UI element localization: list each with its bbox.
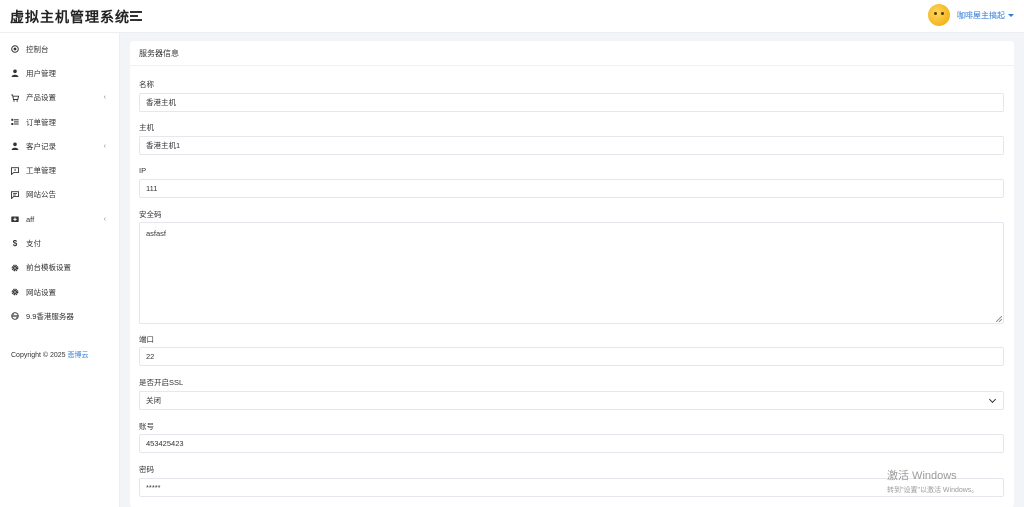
chevron-down-icon[interactable] bbox=[1008, 13, 1014, 17]
sidebar-item-tickets[interactable]: 工单管理 bbox=[0, 158, 119, 182]
sidebar-item-aff[interactable]: aff ‹ bbox=[0, 207, 119, 231]
user-icon bbox=[11, 69, 19, 78]
list-icon bbox=[11, 118, 19, 126]
sidebar-item-users[interactable]: 用户管理 bbox=[0, 61, 119, 85]
sidebar-item-announcements[interactable]: 网站公告 bbox=[0, 183, 119, 207]
windows-activation-watermark: 激活 Windows 转到"设置"以激活 Windows。 bbox=[887, 467, 978, 495]
port-label: 端口 bbox=[139, 335, 154, 344]
sidebar-item-hk-server[interactable]: 9.9香港服务器 bbox=[0, 304, 119, 328]
name-label: 名称 bbox=[139, 80, 154, 89]
user-menu[interactable]: 咖啡屋主搞起 bbox=[928, 4, 1014, 26]
name-input[interactable]: 香港主机 bbox=[139, 93, 1004, 112]
ip-input[interactable]: 111 bbox=[139, 179, 1004, 198]
sidebar-item-template-settings[interactable]: 前台模板设置 bbox=[0, 256, 119, 280]
security-code-value: asfasf bbox=[146, 229, 167, 238]
sidebar-item-label: 产品设置 bbox=[26, 93, 56, 103]
gear-icon bbox=[11, 264, 19, 272]
top-bar: 虚拟主机管理系统 咖啡屋主搞起 bbox=[0, 0, 1024, 33]
sidebar-item-payment[interactable]: $ 支付 bbox=[0, 231, 119, 255]
app-logo[interactable]: 虚拟主机管理系统 bbox=[10, 7, 130, 27]
password-label: 密码 bbox=[139, 465, 154, 474]
sidebar-item-label: 控制台 bbox=[26, 44, 49, 54]
sidebar-item-label: 工单管理 bbox=[26, 166, 56, 176]
copyright-text: Copyright © 2025 bbox=[11, 352, 66, 359]
sidebar-item-label: 客户记录 bbox=[26, 141, 56, 151]
sidebar-item-label: 支付 bbox=[26, 239, 41, 249]
gear-icon bbox=[11, 288, 19, 296]
ssl-selected-value: 关闭 bbox=[146, 396, 161, 405]
security-code-textarea[interactable]: asfasf bbox=[139, 222, 1004, 324]
ssl-label: 是否开启SSL bbox=[139, 378, 184, 387]
chevron-down-icon bbox=[988, 395, 997, 404]
resize-handle-icon[interactable] bbox=[996, 316, 1002, 322]
host-label: 主机 bbox=[139, 123, 154, 132]
sidebar-item-label: aff bbox=[26, 214, 35, 224]
password-input[interactable]: ***** bbox=[139, 478, 1004, 497]
sidebar-item-site-settings[interactable]: 网站设置 bbox=[0, 280, 119, 304]
copyright-link[interactable]: 悲博云 bbox=[68, 352, 89, 359]
server-icon bbox=[11, 312, 19, 321]
avatar[interactable] bbox=[928, 4, 950, 26]
sidebar-item-orders[interactable]: 订单管理 bbox=[0, 110, 119, 134]
sidebar-item-label: 订单管理 bbox=[26, 117, 56, 127]
sidebar-item-products[interactable]: 产品设置 ‹ bbox=[0, 86, 119, 110]
sidebar-item-label: 前台模板设置 bbox=[26, 263, 71, 273]
sidebar-item-label: 9.9香港服务器 bbox=[26, 311, 74, 321]
ip-label: IP bbox=[139, 166, 147, 175]
sidebar-item-label: 网站设置 bbox=[26, 287, 56, 297]
chevron-left-icon: ‹ bbox=[103, 94, 106, 102]
ssl-select[interactable]: 关闭 bbox=[139, 391, 1004, 410]
affiliate-icon bbox=[11, 215, 19, 223]
username[interactable]: 咖啡屋主搞起 bbox=[957, 10, 1005, 21]
sidebar-item-label: 网站公告 bbox=[26, 190, 56, 200]
watermark-title: 激活 Windows bbox=[887, 470, 957, 482]
chevron-left-icon: ‹ bbox=[103, 215, 106, 223]
account-label: 账号 bbox=[139, 422, 154, 431]
port-input[interactable]: 22 bbox=[139, 347, 1004, 366]
security-code-label: 安全码 bbox=[139, 210, 162, 219]
dashboard-icon bbox=[11, 45, 19, 53]
announcement-icon bbox=[11, 191, 19, 199]
copyright: Copyright © 2025 悲博云 bbox=[11, 350, 89, 360]
server-info-card: 服务器信息 名称 香港主机 主机 香港主机1 IP 111 安全码 asfasf… bbox=[130, 41, 1014, 507]
sidebar-item-label: 用户管理 bbox=[26, 68, 56, 78]
sidebar-item-dashboard[interactable]: 控制台 bbox=[0, 37, 119, 61]
watermark-subtitle: 转到"设置"以激活 Windows。 bbox=[887, 487, 979, 494]
sidebar: 控制台 用户管理 产品设置 ‹ 订单管理 客户记录 ‹ 工单管理 网站公告 af… bbox=[0, 33, 120, 507]
chevron-left-icon: ‹ bbox=[103, 142, 106, 150]
sidebar-item-customers[interactable]: 客户记录 ‹ bbox=[0, 134, 119, 158]
host-input[interactable]: 香港主机1 bbox=[139, 136, 1004, 155]
card-title: 服务器信息 bbox=[130, 41, 1014, 66]
account-input[interactable]: 453425423 bbox=[139, 434, 1004, 453]
user-icon bbox=[11, 142, 19, 151]
cart-icon bbox=[11, 94, 19, 102]
menu-toggle-icon[interactable] bbox=[130, 11, 142, 21]
ticket-icon bbox=[11, 166, 19, 175]
dollar-icon: $ bbox=[12, 239, 18, 249]
